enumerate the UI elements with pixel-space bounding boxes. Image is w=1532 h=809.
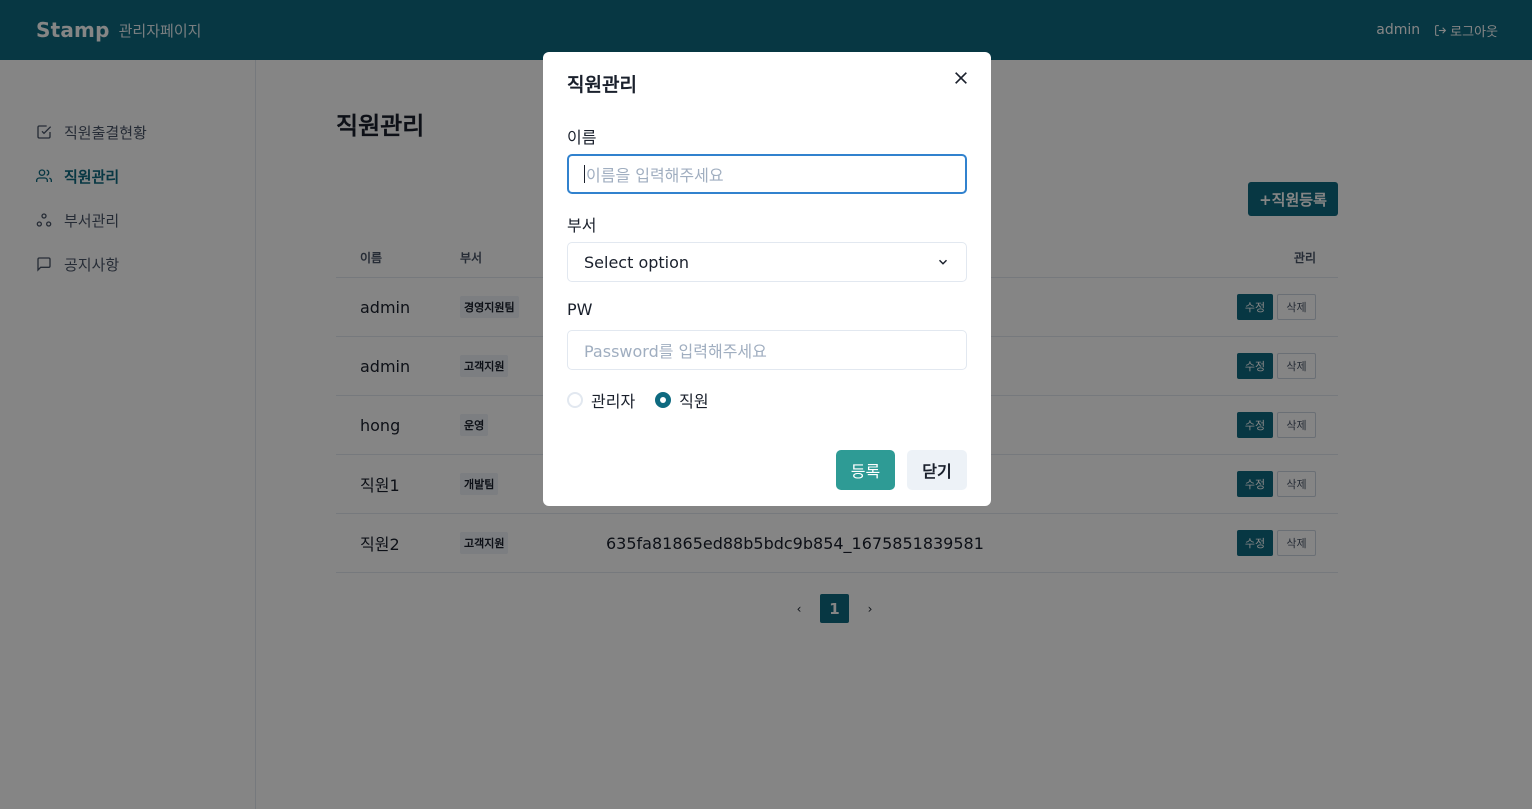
name-placeholder: 이름을 입력해주세요: [586, 166, 724, 185]
modal-title: 직원관리: [567, 74, 637, 96]
radio-admin[interactable]: 관리자: [567, 388, 635, 412]
radio-staff-dot[interactable]: [655, 392, 672, 408]
password-input[interactable]: Password를 입력해주세요: [567, 330, 967, 370]
close-icon: [955, 72, 967, 84]
cancel-button[interactable]: 닫기: [907, 450, 967, 490]
name-label: 이름: [567, 128, 597, 147]
radio-staff-label: 직원: [679, 392, 709, 411]
dept-select-value: Select option: [584, 252, 690, 272]
dept-select[interactable]: Select option: [567, 242, 967, 282]
submit-button[interactable]: 등록: [836, 450, 895, 490]
pw-label: PW: [567, 300, 593, 319]
dept-label: 부서: [567, 216, 597, 235]
password-placeholder: Password를 입력해주세요: [584, 342, 767, 361]
close-button[interactable]: [949, 66, 973, 90]
radio-staff[interactable]: 직원: [655, 388, 709, 412]
text-caret: [584, 165, 585, 183]
radio-admin-dot[interactable]: [567, 392, 583, 408]
name-input[interactable]: 이름을 입력해주세요: [567, 154, 967, 194]
chevron-down-icon: [938, 259, 948, 265]
staff-modal: 직원관리 이름 이름을 입력해주세요 부서 Select option PW P…: [543, 52, 991, 506]
radio-admin-label: 관리자: [591, 392, 636, 411]
role-radio-group: 관리자 직원: [567, 388, 709, 412]
